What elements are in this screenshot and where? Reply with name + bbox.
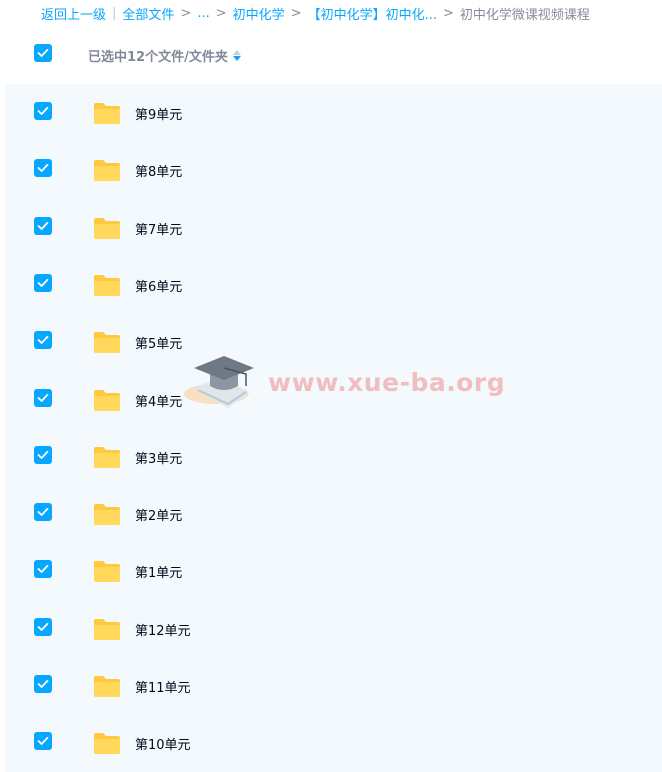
- check-icon: [37, 164, 49, 173]
- file-row[interactable]: 第1单元: [5, 542, 662, 599]
- check-icon: [37, 737, 49, 746]
- check-icon: [37, 336, 49, 345]
- file-name[interactable]: 第6单元: [135, 276, 182, 295]
- folder-icon: [93, 101, 121, 125]
- file-row[interactable]: 第8单元: [5, 141, 662, 198]
- file-name[interactable]: 第3单元: [135, 448, 182, 467]
- breadcrumb-ellipsis[interactable]: ...: [197, 6, 209, 21]
- breadcrumb-separator: >: [180, 5, 192, 21]
- row-checkbox[interactable]: [34, 273, 52, 292]
- breadcrumb: 返回上一级 | 全部文件 > ... > 初中化学 > 【初中化学】初中化...…: [41, 0, 590, 26]
- folder-icon: [93, 559, 121, 583]
- breadcrumb-current: 初中化学微课视频课程: [459, 7, 590, 23]
- breadcrumb-separator: >: [442, 5, 454, 21]
- check-icon: [37, 450, 49, 459]
- folder-icon: [93, 388, 121, 412]
- selection-count-label: 已选中12个文件/文件夹: [88, 50, 228, 65]
- row-checkbox[interactable]: [34, 675, 52, 693]
- breadcrumb-level1[interactable]: 初中化学: [233, 4, 285, 23]
- breadcrumb-separator: >: [215, 5, 227, 21]
- file-row[interactable]: 第11单元: [5, 657, 662, 714]
- file-browser: 返回上一级 | 全部文件 > ... > 初中化学 > 【初中化学】初中化...…: [0, 0, 662, 772]
- check-icon: [37, 622, 49, 631]
- row-checkbox[interactable]: [34, 388, 52, 407]
- selection-summary: 已选中12个文件/文件夹: [88, 46, 241, 65]
- folder-icon: [93, 674, 121, 698]
- file-list: 第9单元第8单元第7单元第6单元第5单元第4单元第3单元第2单元第1单元第12单…: [5, 84, 662, 772]
- folder-icon: [93, 216, 121, 240]
- file-row[interactable]: 第2单元: [5, 485, 662, 542]
- file-row[interactable]: 第12单元: [5, 600, 662, 657]
- file-row[interactable]: 第4单元: [5, 371, 662, 428]
- row-checkbox[interactable]: [34, 445, 52, 464]
- folder-icon: [93, 731, 121, 755]
- file-name[interactable]: 第8单元: [135, 161, 182, 180]
- file-name[interactable]: 第1单元: [135, 562, 182, 581]
- folder-icon: [93, 330, 121, 354]
- check-icon: [37, 507, 49, 516]
- breadcrumb-all-files[interactable]: 全部文件: [122, 4, 174, 23]
- select-all-checkbox[interactable]: [34, 44, 52, 62]
- folder-icon: [93, 445, 121, 469]
- row-checkbox[interactable]: [34, 331, 52, 350]
- file-name[interactable]: 第2单元: [135, 505, 182, 524]
- check-icon: [37, 106, 49, 115]
- row-checkbox[interactable]: [34, 503, 52, 522]
- breadcrumb-level2[interactable]: 【初中化学】初中化...: [308, 4, 437, 23]
- file-name[interactable]: 第4单元: [135, 391, 182, 410]
- file-name[interactable]: 第10单元: [135, 734, 191, 753]
- file-name[interactable]: 第9单元: [135, 104, 182, 123]
- file-row[interactable]: 第7单元: [5, 199, 662, 256]
- check-icon: [37, 679, 49, 688]
- sort-icon[interactable]: [232, 50, 241, 61]
- list-header: 已选中12个文件/文件夹: [0, 26, 662, 84]
- check-icon: [37, 393, 49, 402]
- file-name[interactable]: 第7单元: [135, 219, 182, 238]
- breadcrumb-separator: >: [290, 5, 302, 21]
- folder-icon: [93, 617, 121, 641]
- check-icon: [37, 221, 49, 230]
- row-checkbox[interactable]: [34, 159, 52, 178]
- file-name[interactable]: 第12单元: [135, 620, 191, 639]
- folder-icon: [93, 273, 121, 297]
- row-checkbox[interactable]: [34, 102, 52, 120]
- breadcrumb-back-link[interactable]: 返回上一级: [41, 4, 106, 23]
- check-icon: [37, 565, 49, 574]
- file-row[interactable]: 第3单元: [5, 428, 662, 485]
- file-row[interactable]: 第9单元: [5, 84, 662, 141]
- folder-icon: [93, 502, 121, 526]
- check-icon: [37, 48, 49, 57]
- file-name[interactable]: 第5单元: [135, 333, 182, 352]
- row-checkbox[interactable]: [34, 732, 52, 751]
- row-checkbox[interactable]: [34, 617, 52, 636]
- row-checkbox[interactable]: [34, 216, 52, 235]
- file-row[interactable]: 第6单元: [5, 256, 662, 313]
- check-icon: [37, 278, 49, 287]
- folder-icon: [93, 158, 121, 182]
- row-checkbox[interactable]: [34, 560, 52, 579]
- file-name[interactable]: 第11单元: [135, 677, 191, 696]
- breadcrumb-divider: |: [112, 5, 117, 21]
- file-row[interactable]: 第5单元: [5, 313, 662, 370]
- file-row[interactable]: 第10单元: [5, 714, 662, 771]
